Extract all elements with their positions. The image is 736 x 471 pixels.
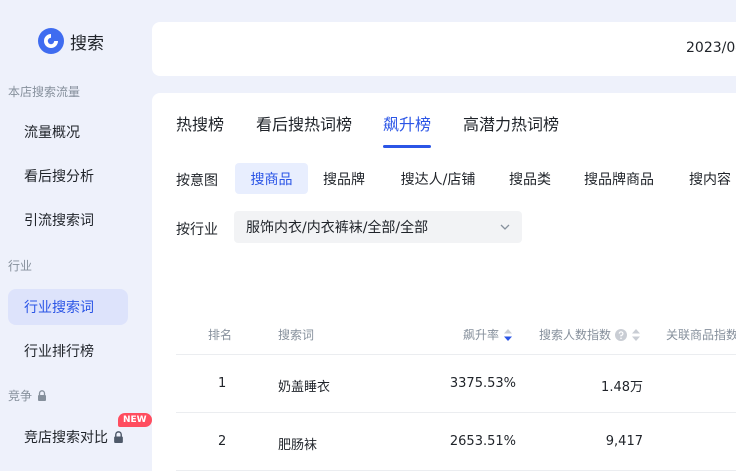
active-tab-indicator xyxy=(383,145,432,148)
col-header-rise-rate-label: 飙升率 xyxy=(463,328,500,342)
col-header-search-index[interactable]: 搜索人数指数 xyxy=(539,326,641,343)
chip-search-product[interactable]: 搜商品 xyxy=(235,163,308,194)
lock-icon xyxy=(38,390,47,401)
cell-rank: 1 xyxy=(218,376,227,391)
chip-search-content[interactable]: 搜内容 xyxy=(680,163,736,194)
row-divider xyxy=(176,354,736,355)
search-logo-icon xyxy=(38,28,64,54)
col-header-keyword: 搜索词 xyxy=(278,328,315,342)
top-bar: 2023/04 xyxy=(152,22,736,76)
section-compete: 竞争 xyxy=(8,387,47,404)
lock-icon xyxy=(114,431,123,443)
industry-select-value: 服饰内衣/内衣裤袜/全部/全部 xyxy=(246,220,429,236)
cell-rank: 2 xyxy=(218,434,227,449)
col-header-search-index-label: 搜索人数指数 xyxy=(539,328,612,342)
section-store-search-traffic: 本店搜索流量 xyxy=(8,85,81,99)
tab-rising[interactable]: 飙升榜 xyxy=(383,111,432,148)
col-header-rank: 排名 xyxy=(208,328,233,342)
sidebar-item-competitor-label: 竞店搜索对比 xyxy=(24,430,108,446)
cell-search-index: 1.48万 xyxy=(601,380,643,395)
tab-high-potential[interactable]: 高潜力热词榜 xyxy=(463,111,559,147)
industry-filter-label: 按行业 xyxy=(176,222,218,238)
sidebar-item-traffic-overview[interactable]: 流量概况 xyxy=(8,114,128,150)
date-range[interactable]: 2023/04 xyxy=(686,40,736,56)
col-header-related-index: 关联商品指数 xyxy=(666,328,736,342)
cell-rise-rate: 3375.53% xyxy=(449,376,516,391)
industry-select[interactable]: 服饰内衣/内衣裤袜/全部/全部 xyxy=(234,211,522,243)
sidebar: 搜索 本店搜索流量 流量概况 看后搜分析 引流搜索词 行业 行业搜索词 行业排行… xyxy=(0,0,152,471)
col-header-rise-rate[interactable]: 飙升率 xyxy=(463,326,513,343)
section-compete-label: 竞争 xyxy=(8,389,33,403)
sidebar-item-industry-keywords[interactable]: 行业搜索词 xyxy=(8,289,128,325)
tab-hot-search[interactable]: 热搜榜 xyxy=(176,111,224,147)
cell-keyword[interactable]: 奶盖睡衣 xyxy=(278,376,330,395)
section-industry: 行业 xyxy=(8,259,33,273)
sidebar-item-post-view-search[interactable]: 看后搜分析 xyxy=(8,158,128,194)
sidebar-item-industry-ranking[interactable]: 行业排行榜 xyxy=(8,333,128,369)
sidebar-item-traffic-keywords[interactable]: 引流搜索词 xyxy=(8,202,128,238)
help-icon[interactable] xyxy=(615,328,628,341)
row-divider xyxy=(176,412,736,413)
sidebar-item-competitor-search[interactable]: 竞店搜索对比 xyxy=(8,419,128,455)
cell-keyword[interactable]: 肥肠袜 xyxy=(278,434,317,453)
logo-text: 搜索 xyxy=(70,33,104,54)
sort-icon[interactable] xyxy=(632,328,641,341)
sort-icon[interactable] xyxy=(504,328,513,341)
cell-rise-rate: 2653.51% xyxy=(449,434,516,449)
chevron-down-icon xyxy=(500,224,510,230)
intent-filter-label: 按意图 xyxy=(176,173,218,189)
chip-search-brand[interactable]: 搜品牌 xyxy=(316,163,372,194)
tab-rising-label: 飙升榜 xyxy=(383,115,432,134)
cell-search-index: 9,417 xyxy=(605,434,643,449)
chip-search-category[interactable]: 搜品类 xyxy=(502,163,558,194)
chip-search-creator-store[interactable]: 搜达人/店铺 xyxy=(392,163,484,194)
new-badge: NEW xyxy=(118,413,152,427)
tab-post-view-hot-words[interactable]: 看后搜热词榜 xyxy=(256,111,352,147)
main-panel: 热搜榜 看后搜热词榜 飙升榜 高潜力热词榜 按意图 搜商品 搜品牌 搜达人/店铺… xyxy=(152,93,736,471)
logo: 搜索 xyxy=(38,28,104,54)
chip-search-brand-product[interactable]: 搜品牌商品 xyxy=(576,163,662,194)
